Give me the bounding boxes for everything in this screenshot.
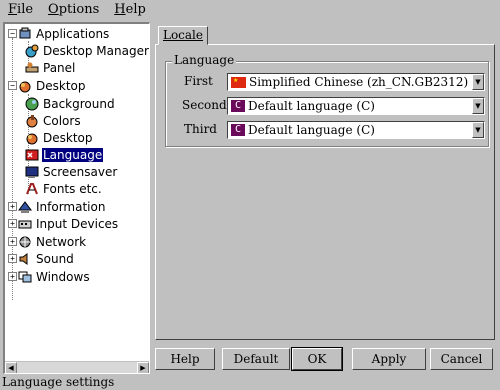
first-language-label: First	[184, 74, 213, 88]
colors-icon	[26, 114, 38, 127]
expand-icon[interactable]: +	[8, 237, 17, 246]
ok-button[interactable]: OK	[291, 347, 343, 371]
tree-item-sound[interactable]: + Sound	[8, 250, 75, 267]
desktop-manager-icon	[25, 44, 39, 57]
tree-label: Applications	[36, 26, 110, 41]
menu-file-mnemonic: F	[8, 2, 18, 17]
menu-options-mnemonic: O	[48, 2, 59, 17]
menu-options-rest: ptions	[58, 2, 100, 17]
tree-label: Screensaver	[43, 164, 118, 179]
status-bar: Language settings	[2, 375, 115, 389]
menu-help-mnemonic: H	[114, 2, 126, 17]
panel-icon	[25, 62, 39, 72]
tree-label: Language	[42, 147, 104, 162]
network-icon	[19, 236, 31, 247]
c-locale-icon: C	[231, 124, 245, 136]
tree-label: Desktop Manager	[43, 43, 149, 58]
tree-label: Sound	[36, 251, 74, 266]
input-devices-icon	[18, 220, 32, 228]
combo-arrow-icon[interactable]: ▼	[472, 98, 484, 114]
third-language-combo[interactable]: C Default language (C) ▼	[227, 121, 485, 139]
tree-item-background[interactable]: Background	[25, 95, 116, 112]
tree-label: Background	[43, 96, 115, 111]
language-flag-icon	[25, 149, 39, 160]
cancel-button[interactable]: Cancel	[430, 348, 493, 370]
tab-locale-label: Locale	[162, 28, 203, 42]
tree-item-fonts[interactable]: Fonts etc.	[25, 180, 103, 197]
tree-item-panel[interactable]: Panel	[25, 59, 76, 76]
menu-options[interactable]: Options	[40, 1, 106, 19]
first-language-combo[interactable]: Simplified Chinese (zh_CN.GB2312) ▼	[227, 73, 485, 91]
tree-item-screensaver[interactable]: Screensaver	[25, 163, 118, 180]
menu-help[interactable]: Help	[106, 1, 153, 19]
combo-arrow-icon[interactable]: ▼	[472, 74, 484, 90]
tree-label: Input Devices	[36, 216, 119, 231]
tree-label: Colors	[43, 113, 81, 128]
first-language-value: Simplified Chinese (zh_CN.GB2312)	[249, 75, 469, 89]
expand-icon[interactable]: +	[8, 219, 17, 228]
tree-item-desktop-sub[interactable]: Desktop	[25, 129, 94, 146]
menu-help-rest: elp	[125, 2, 146, 17]
tree-label: Network	[36, 234, 87, 249]
desktop-icon	[19, 81, 31, 92]
sound-icon	[19, 252, 28, 265]
scroll-left-icon[interactable]: ◀	[5, 362, 17, 373]
menu-file[interactable]: File	[0, 1, 40, 19]
tree-label: Fonts etc.	[43, 181, 102, 196]
tree-item-information[interactable]: + Information	[8, 198, 106, 215]
apply-button[interactable]: Apply	[352, 348, 426, 370]
expand-icon[interactable]: +	[8, 254, 17, 263]
tree-item-language[interactable]: Language	[25, 146, 104, 163]
tree-item-network[interactable]: + Network	[8, 233, 87, 250]
expand-icon[interactable]: +	[8, 202, 17, 211]
capplet-tree: − Applications Desktop Manager Panel − D…	[3, 22, 150, 374]
collapse-icon[interactable]: −	[8, 81, 17, 90]
default-button[interactable]: Default	[222, 348, 290, 370]
third-language-value: Default language (C)	[248, 123, 375, 137]
second-language-value: Default language (C)	[248, 99, 375, 113]
third-language-label: Third	[184, 122, 217, 136]
collapse-icon[interactable]: −	[8, 29, 17, 38]
help-button[interactable]: Help	[155, 348, 215, 370]
background-icon	[25, 97, 39, 110]
tree-item-colors[interactable]: Colors	[25, 112, 82, 129]
screensaver-icon	[25, 166, 39, 178]
desktop-sub-icon	[26, 133, 38, 144]
tree-label: Desktop	[43, 130, 93, 145]
china-flag-icon	[231, 76, 246, 88]
fonts-icon	[26, 182, 38, 194]
tree-item-windows[interactable]: + Windows	[8, 268, 91, 285]
information-icon	[18, 200, 32, 213]
combo-arrow-icon[interactable]: ▼	[472, 122, 484, 138]
second-language-label: Second	[182, 98, 227, 112]
c-locale-icon: C	[231, 100, 245, 112]
tree-label: Desktop	[36, 78, 86, 93]
tree-horizontal-scrollbar[interactable]: ◀ ▶	[5, 361, 149, 373]
windows-icon	[18, 271, 32, 282]
tree-label: Information	[36, 199, 106, 214]
language-group-title: Language	[172, 53, 237, 67]
tree-item-input-devices[interactable]: + Input Devices	[8, 215, 119, 232]
tree-item-desktop-manager[interactable]: Desktop Manager	[25, 42, 149, 59]
tree-item-applications[interactable]: − Applications	[8, 25, 110, 42]
tree-label: Windows	[36, 269, 90, 284]
menubar: File Options Help	[0, 0, 500, 20]
menu-file-rest: ile	[17, 2, 34, 17]
tree-item-desktop[interactable]: − Desktop	[8, 77, 87, 94]
second-language-combo[interactable]: C Default language (C) ▼	[227, 97, 485, 115]
expand-icon[interactable]: +	[8, 272, 17, 281]
scroll-right-icon[interactable]: ▶	[137, 362, 149, 373]
tree-label: Panel	[43, 60, 76, 75]
applications-icon	[19, 27, 31, 38]
tab-locale[interactable]: Locale	[158, 26, 208, 45]
